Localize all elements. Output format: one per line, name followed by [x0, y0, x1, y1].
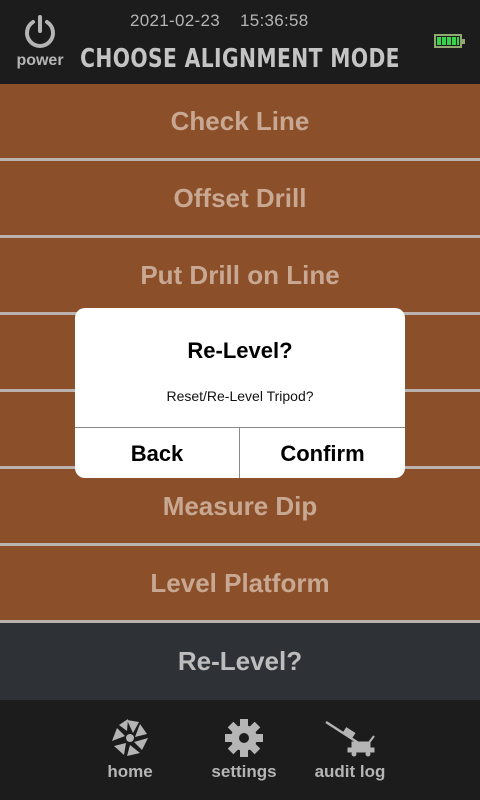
- header-bar: power 2021-02-23 15:36:58 CHOOSE ALIGNMEN…: [0, 0, 480, 84]
- dialog-title: Re-Level?: [187, 338, 293, 363]
- dialog-message: Reset/Re-Level Tripod?: [166, 388, 314, 404]
- confirm-button[interactable]: Confirm: [240, 428, 405, 478]
- nav-home[interactable]: home: [85, 718, 175, 788]
- page-title: CHOOSE ALIGNMENT MODE: [80, 44, 400, 74]
- battery-icon: [434, 34, 465, 48]
- time-text: 15:36:58: [239, 11, 309, 30]
- mode-check-line[interactable]: Check Line: [0, 84, 480, 158]
- nav-settings-label: settings: [211, 762, 277, 781]
- dialog-buttons: Back Confirm: [75, 427, 405, 478]
- date-text: 2021-02-23: [130, 11, 220, 30]
- gear-icon: [225, 719, 263, 757]
- re-level-dialog: Re-Level? Reset/Re-Level Tripod? Back Co…: [75, 308, 405, 478]
- mode-re-level[interactable]: Re-Level?: [0, 623, 480, 700]
- aperture-icon: [112, 719, 148, 756]
- nav-audit-log-label: audit log: [314, 762, 386, 781]
- mode-level-platform[interactable]: Level Platform: [0, 546, 480, 620]
- nav-audit-log[interactable]: audit log: [305, 718, 395, 788]
- nav-home-label: home: [107, 762, 153, 781]
- mode-offset-drill[interactable]: Offset Drill: [0, 161, 480, 235]
- mode-measure-dip[interactable]: Measure Dip: [0, 469, 480, 543]
- datetime: 2021-02-23 15:36:58: [130, 11, 309, 31]
- nav-settings[interactable]: settings: [199, 718, 289, 788]
- bottom-nav: home settings audit log: [0, 700, 480, 800]
- drill-rig-icon: [325, 720, 375, 757]
- back-button[interactable]: Back: [75, 428, 240, 478]
- battery-fill: [437, 37, 459, 45]
- mode-put-drill-on-line[interactable]: Put Drill on Line: [0, 238, 480, 312]
